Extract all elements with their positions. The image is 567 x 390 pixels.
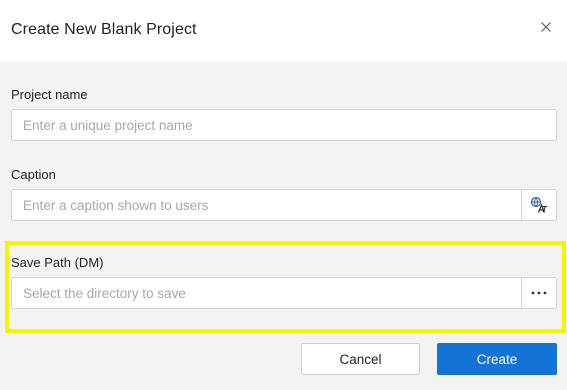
project-name-label: Project name bbox=[11, 87, 88, 102]
more-options-icon bbox=[531, 291, 547, 295]
cancel-button[interactable]: Cancel bbox=[301, 343, 420, 375]
translate-button[interactable] bbox=[521, 190, 556, 220]
translate-icon bbox=[530, 196, 547, 213]
browse-directory-button[interactable] bbox=[521, 278, 556, 308]
close-icon bbox=[541, 22, 551, 32]
caption-field bbox=[11, 189, 557, 221]
dialog-title: Create New Blank Project bbox=[11, 21, 197, 38]
project-name-input[interactable] bbox=[12, 110, 556, 140]
save-path-label: Save Path (DM) bbox=[11, 255, 104, 270]
dialog-header: Create New Blank Project bbox=[0, 0, 567, 62]
caption-label: Caption bbox=[11, 167, 56, 182]
project-name-field bbox=[11, 109, 557, 141]
create-project-dialog: Create New Blank Project Project name Ca… bbox=[0, 0, 567, 390]
create-button[interactable]: Create bbox=[437, 343, 557, 375]
close-button[interactable] bbox=[536, 17, 556, 37]
save-path-input[interactable] bbox=[12, 278, 521, 308]
caption-input[interactable] bbox=[12, 190, 521, 220]
save-path-field bbox=[11, 277, 557, 309]
